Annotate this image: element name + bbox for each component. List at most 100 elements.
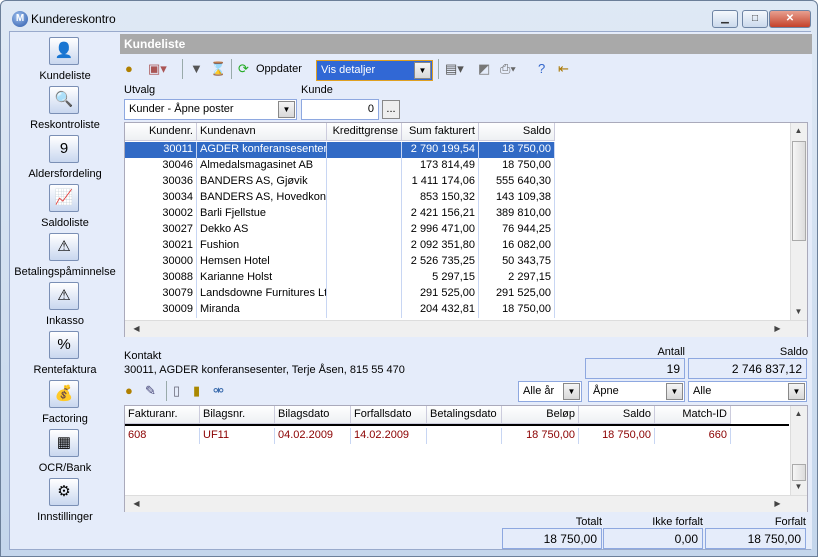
utvalg-select[interactable]: Kunder - Åpne poster ▼ bbox=[124, 99, 297, 120]
scroll-right-icon[interactable]: ▶ bbox=[770, 324, 785, 333]
sidebar-item-factoring[interactable]: 💰 Factoring bbox=[10, 378, 120, 427]
column-header[interactable]: Sum fakturert bbox=[402, 123, 479, 141]
document-icon[interactable]: ▯ bbox=[173, 382, 180, 400]
vertical-scrollbar[interactable]: ▲ ▼ bbox=[790, 406, 807, 495]
horizontal-scrollbar[interactable]: ◀ ▶ bbox=[125, 495, 807, 512]
horizontal-scrollbar[interactable]: ◀ ▶ bbox=[125, 320, 807, 337]
sidebar-item-kundeliste[interactable]: 👤 Kundeliste bbox=[10, 35, 120, 84]
sidebar: 👤 Kundeliste 🔍 Reskontroliste 9 Aldersfordeli… bbox=[10, 32, 120, 549]
table-cell: 660 bbox=[655, 428, 731, 444]
percent-icon: % bbox=[49, 331, 79, 359]
attachment-icon[interactable]: ▮ bbox=[193, 382, 200, 400]
vertical-scrollbar[interactable]: ▲ ▼ bbox=[790, 123, 807, 320]
column-header[interactable]: Forfallsdato bbox=[351, 406, 427, 424]
year-value: Alle år bbox=[523, 385, 555, 397]
ocr-bank-icon: ▦ bbox=[49, 429, 79, 457]
client-area: 👤 Kundeliste 🔍 Reskontroliste 9 Aldersfordeli… bbox=[9, 31, 812, 550]
column-header[interactable]: Saldo bbox=[479, 123, 555, 141]
edit-icon[interactable]: ✎ bbox=[145, 382, 156, 400]
column-header[interactable]: Kredittgrense bbox=[327, 123, 402, 141]
separator bbox=[438, 59, 439, 79]
chevron-down-icon: ▼ bbox=[278, 101, 295, 118]
scroll-left-icon[interactable]: ◀ bbox=[129, 324, 144, 333]
coins-icon[interactable]: ● bbox=[125, 60, 133, 78]
sidebar-item-label: Inkasso bbox=[46, 315, 84, 327]
table-cell: 30079 bbox=[125, 286, 197, 302]
properties-icon[interactable]: ◩ bbox=[478, 60, 490, 78]
table-cell: 18 750,00 bbox=[479, 302, 555, 318]
sidebar-item-ocr-bank[interactable]: ▦ OCR/Bank bbox=[10, 427, 120, 476]
sidebar-item-betalingsp-minnelse[interactable]: ⚠ Betalingspåminnelse bbox=[10, 231, 120, 280]
scroll-right-icon[interactable]: ▶ bbox=[770, 499, 785, 508]
view-select-value: Vis detaljer bbox=[321, 64, 376, 76]
status-value: Åpne bbox=[593, 385, 619, 397]
table-cell: 389 810,00 bbox=[479, 206, 555, 222]
customer-grid: ▲ ▼ ◀ ▶ Kundenr. Kundenavn Kredittgrense Su… bbox=[124, 122, 808, 337]
main-panel: Kundeliste ● ▣▾ ▼ ⌛ ⟳ Oppdater Vis detal… bbox=[120, 32, 812, 549]
separator bbox=[231, 59, 232, 79]
scroll-thumb[interactable] bbox=[792, 141, 806, 241]
table-cell: 30027 bbox=[125, 222, 197, 238]
document-icon[interactable]: ▤▾ bbox=[445, 60, 464, 78]
sidebar-item-rentefaktura[interactable]: % Rentefaktura bbox=[10, 329, 120, 378]
scroll-down-icon[interactable]: ▼ bbox=[791, 482, 806, 491]
scroll-up-icon[interactable]: ▲ bbox=[791, 126, 806, 135]
refresh-button[interactable]: Oppdater bbox=[256, 60, 302, 78]
column-header[interactable]: Bilagsdato bbox=[275, 406, 351, 424]
table-cell bbox=[327, 286, 402, 302]
help-icon[interactable]: ? bbox=[538, 60, 545, 78]
year-select[interactable]: Alle år ▼ bbox=[518, 381, 582, 402]
column-header[interactable]: Match-ID bbox=[655, 406, 731, 424]
table-cell: 608 bbox=[125, 428, 200, 444]
column-header[interactable]: Kundenr. bbox=[125, 123, 197, 141]
table-cell bbox=[327, 206, 402, 222]
scroll-up-icon[interactable]: ▲ bbox=[791, 409, 806, 418]
table-cell bbox=[327, 142, 402, 158]
table-cell: 2 092 351,80 bbox=[402, 238, 479, 254]
refresh-icon[interactable]: ⟳ bbox=[238, 60, 249, 78]
sidebar-item-aldersfordeling[interactable]: 9 Aldersfordeling bbox=[10, 133, 120, 182]
table-cell bbox=[327, 270, 402, 286]
table-cell: UF11 bbox=[200, 428, 275, 444]
column-header[interactable]: Kundenavn bbox=[197, 123, 327, 141]
scroll-thumb[interactable] bbox=[792, 464, 806, 481]
chevron-down-icon: ▼ bbox=[788, 383, 805, 400]
customer-card-icon[interactable]: ▣▾ bbox=[148, 60, 167, 78]
exit-icon[interactable]: ⇤ bbox=[558, 60, 569, 78]
column-header[interactable]: Beløp bbox=[502, 406, 579, 424]
type-select[interactable]: Alle ▼ bbox=[688, 381, 807, 402]
scroll-left-icon[interactable]: ◀ bbox=[129, 499, 144, 508]
kunde-input[interactable]: 0 bbox=[301, 99, 379, 120]
chevron-down-icon: ▼ bbox=[563, 383, 580, 400]
clear-filter-icon[interactable]: ⌛ bbox=[210, 60, 226, 78]
column-header[interactable]: Bilagsnr. bbox=[200, 406, 275, 424]
table-cell: 173 814,49 bbox=[402, 158, 479, 174]
close-button[interactable]: ✕ bbox=[769, 10, 811, 28]
sidebar-item-saldoliste[interactable]: 📈 Saldoliste bbox=[10, 182, 120, 231]
table-cell bbox=[327, 174, 402, 190]
browse-customer-button[interactable]: ... bbox=[382, 100, 400, 119]
coins-icon[interactable]: ● bbox=[125, 382, 133, 400]
sidebar-item-label: Kundeliste bbox=[39, 70, 91, 82]
sidebar-item-reskontroliste[interactable]: 🔍 Reskontroliste bbox=[10, 84, 120, 133]
chevron-down-icon: ▼ bbox=[414, 62, 431, 79]
sidebar-item-innstillinger[interactable]: ⚙ Innstillinger bbox=[10, 476, 120, 525]
view-select[interactable]: Vis detaljer ▼ bbox=[316, 60, 433, 81]
print-icon[interactable]: ⎙▾ bbox=[500, 60, 516, 78]
column-header[interactable]: Saldo bbox=[579, 406, 655, 424]
maximize-button[interactable]: □ bbox=[742, 10, 768, 28]
totalt-value: 18 750,00 bbox=[502, 528, 602, 549]
scroll-down-icon[interactable]: ▼ bbox=[791, 307, 806, 316]
sidebar-item-inkasso[interactable]: ⚠ Inkasso bbox=[10, 280, 120, 329]
unlink-icon[interactable]: ⚮ bbox=[213, 382, 224, 400]
filter-icon[interactable]: ▼ bbox=[190, 60, 203, 78]
coins-icon: 💰 bbox=[49, 380, 79, 408]
minimize-button[interactable]: ▁ bbox=[712, 10, 738, 28]
column-header[interactable]: Fakturanr. bbox=[125, 406, 200, 424]
table-cell: AGDER konferansesenter bbox=[197, 142, 327, 158]
sidebar-item-label: Innstillinger bbox=[37, 511, 93, 523]
column-header[interactable]: Betalingsdato bbox=[427, 406, 502, 424]
table-cell bbox=[427, 428, 502, 444]
status-select[interactable]: Åpne ▼ bbox=[588, 381, 685, 402]
table-cell bbox=[327, 254, 402, 270]
